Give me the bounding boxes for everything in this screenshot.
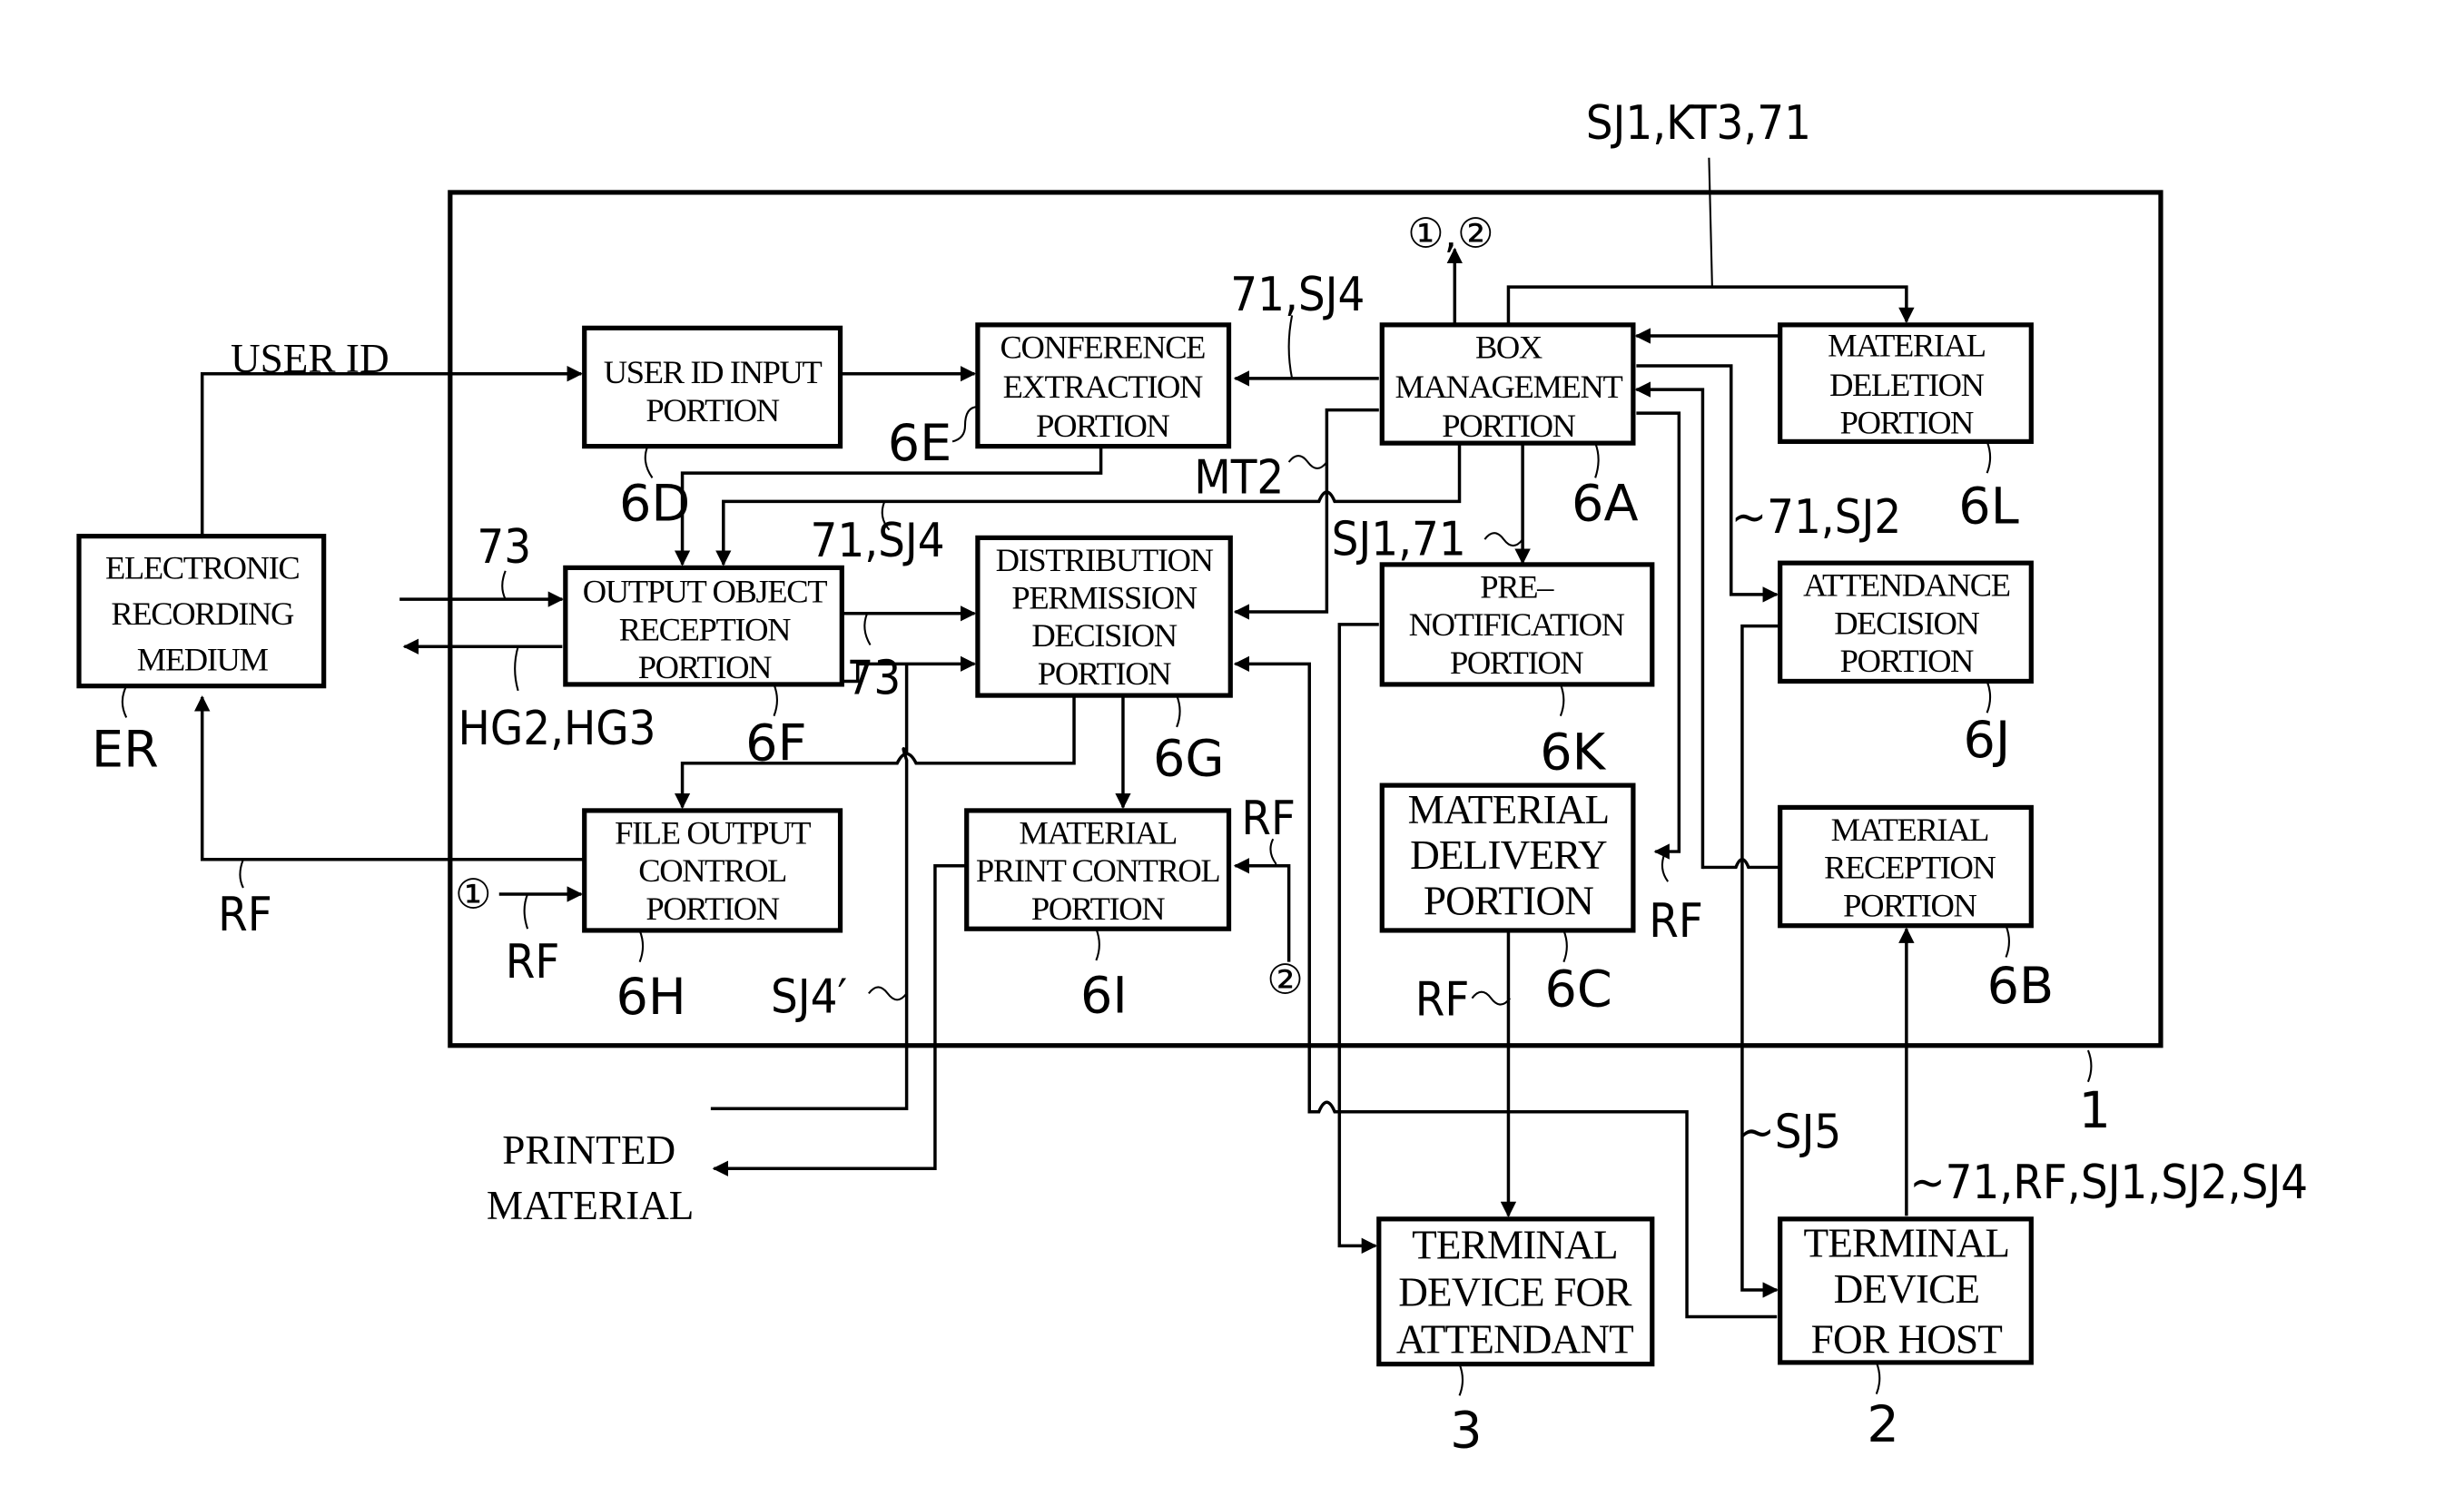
svg-text:RECEPTION: RECEPTION [619, 610, 791, 647]
svg-text:PORTION: PORTION [646, 391, 779, 428]
svg-text:PORTION: PORTION [1424, 879, 1593, 924]
svg-text:DELIVERY: DELIVERY [1410, 832, 1607, 878]
svg-text:ATTENDANT: ATTENDANT [1396, 1317, 1633, 1363]
block-attendance-decision[interactable]: ATTENDANCE DECISION PORTION 6J [1778, 560, 2034, 770]
ref-label: 6L [1958, 477, 2018, 536]
label-top-output: ①,② [1407, 210, 1493, 258]
block-pre-notification[interactable]: PRE– NOTIFICATION PORTION 6K [1379, 562, 1655, 783]
svg-text:TERMINAL: TERMINAL [1412, 1222, 1618, 1267]
label-rf-er: RF [218, 888, 272, 942]
block-material-print-control[interactable]: MATERIAL PRINT CONTROL PORTION 6I [964, 808, 1232, 1025]
svg-text:TERMINAL: TERMINAL [1804, 1221, 2010, 1266]
label-71-sj4-top: 71,SJ4 [1230, 268, 1365, 322]
block-distribution-permission-decision-line4: PORTION [1038, 655, 1171, 692]
ref-label: 6H [616, 968, 685, 1027]
ref-label: 6K [1540, 723, 1606, 783]
label-user-id: USER ID [231, 336, 389, 381]
svg-text:PORTION: PORTION [1442, 407, 1575, 444]
svg-text:PERMISSION: PERMISSION [1011, 579, 1197, 616]
label-sj1-71: SJ1,71 [1332, 513, 1466, 567]
block-terminal-attendant[interactable]: TERMINAL DEVICE FOR ATTENDANT 3 [1376, 1216, 1655, 1461]
svg-text:PORTION: PORTION [1840, 642, 1974, 679]
svg-text:PORTION: PORTION [646, 890, 779, 927]
ref-label: 6F [745, 714, 806, 773]
label-circle-1: ① [455, 871, 492, 919]
svg-text:MEDIUM: MEDIUM [137, 640, 269, 677]
svg-text:ELECTRONIC: ELECTRONIC [105, 549, 299, 586]
svg-text:CONFERENCE: CONFERENCE [1000, 328, 1206, 365]
ref-label: 6D [619, 474, 690, 533]
svg-text:MATERIAL: MATERIAL [1831, 811, 1989, 848]
svg-text:USER ID INPUT: USER ID INPUT [604, 353, 823, 390]
svg-text:EXTRACTION: EXTRACTION [1003, 368, 1203, 405]
label-printed-material-1: PRINTED [502, 1127, 675, 1173]
ref-label: 6J [1964, 711, 2011, 770]
svg-text:MATERIAL: MATERIAL [1019, 813, 1177, 851]
svg-text:DECISION: DECISION [1834, 604, 1979, 641]
svg-text:PORTION: PORTION [1031, 890, 1165, 927]
svg-text:PRE–: PRE– [1480, 567, 1554, 605]
svg-text:DECISION: DECISION [1031, 616, 1177, 654]
label-sj4-prime: SJ4′ [771, 970, 847, 1024]
svg-text:NOTIFICATION: NOTIFICATION [1409, 605, 1625, 643]
svg-text:PORTION: PORTION [1840, 404, 1974, 441]
ref-label: 6G [1153, 730, 1225, 789]
label-host-output: ~71,RF,SJ1,SJ2,SJ4 [1909, 1156, 2308, 1210]
label-71-sj4-output: 71,SJ4 [810, 514, 944, 568]
label-sj5: ~SJ5 [1739, 1106, 1841, 1160]
svg-text:RECEPTION: RECEPTION [1824, 849, 1996, 886]
svg-text:PORTION: PORTION [1843, 886, 1976, 923]
block-diagram: 1 ELECTRONIC RECORDING MEDIUM ER USER ID… [76, 96, 2308, 1461]
ref-label: ER [92, 720, 159, 779]
ref-label: 2 [1867, 1395, 1898, 1454]
ref-label: 6A [1572, 474, 1639, 533]
svg-text:PRINT CONTROL: PRINT CONTROL [976, 851, 1219, 889]
ref-label: 6B [1987, 957, 2055, 1016]
label-rf-file: RF [506, 935, 560, 989]
block-material-reception[interactable]: MATERIAL RECEPTION PORTION 6B [1778, 804, 2055, 1016]
svg-text:DELETION: DELETION [1829, 366, 1984, 403]
label-circle-2: ② [1266, 955, 1304, 1003]
svg-text:PORTION: PORTION [1036, 407, 1169, 444]
svg-text:FILE OUTPUT: FILE OUTPUT [615, 813, 811, 851]
svg-text:FOR HOST: FOR HOST [1811, 1317, 2003, 1363]
label-rf-print: RF [1241, 792, 1296, 846]
ref-label: 6C [1544, 960, 1611, 1019]
svg-text:ATTENDANCE: ATTENDANCE [1803, 566, 2010, 604]
block-terminal-host[interactable]: TERMINAL DEVICE FOR HOST 2 [1778, 1216, 2034, 1454]
svg-text:PORTION: PORTION [638, 648, 772, 685]
label-rf-to-attendant: RF [1415, 973, 1470, 1028]
label-hg2-hg3: HG2,HG3 [458, 702, 656, 756]
block-conference-extraction[interactable]: CONFERENCE EXTRACTION PORTION 6E [888, 322, 1232, 473]
system-ref: 1 [2079, 1081, 2111, 1140]
label-73-out: 73 [847, 651, 902, 705]
ref-label: 6I [1080, 966, 1128, 1025]
svg-text:OUTPUT OBJECT: OUTPUT OBJECT [583, 573, 827, 610]
label-external-input: SJ1,KT3,71 [1586, 96, 1811, 151]
label-printed-material-2: MATERIAL [487, 1183, 695, 1228]
svg-text:CONTROL: CONTROL [638, 851, 786, 889]
label-mt2: MT2 [1194, 451, 1284, 506]
svg-text:DEVICE: DEVICE [1834, 1266, 1980, 1312]
svg-text:MATERIAL: MATERIAL [1828, 327, 1986, 364]
label-73-in: 73 [477, 520, 531, 575]
label-71-sj2: ~71,SJ2 [1731, 490, 1901, 545]
svg-text:RECORDING: RECORDING [111, 595, 294, 632]
svg-text:DISTRIBUTION: DISTRIBUTION [996, 541, 1214, 578]
svg-text:MATERIAL: MATERIAL [1408, 787, 1610, 832]
svg-text:DEVICE FOR: DEVICE FOR [1398, 1269, 1632, 1314]
label-rf-delivery: RF [1649, 894, 1703, 949]
ref-label: 6E [888, 414, 952, 473]
svg-text:BOX: BOX [1475, 328, 1542, 365]
svg-text:MANAGEMENT: MANAGEMENT [1395, 368, 1623, 405]
svg-text:PORTION: PORTION [1450, 644, 1583, 681]
ref-label: 3 [1450, 1402, 1482, 1461]
